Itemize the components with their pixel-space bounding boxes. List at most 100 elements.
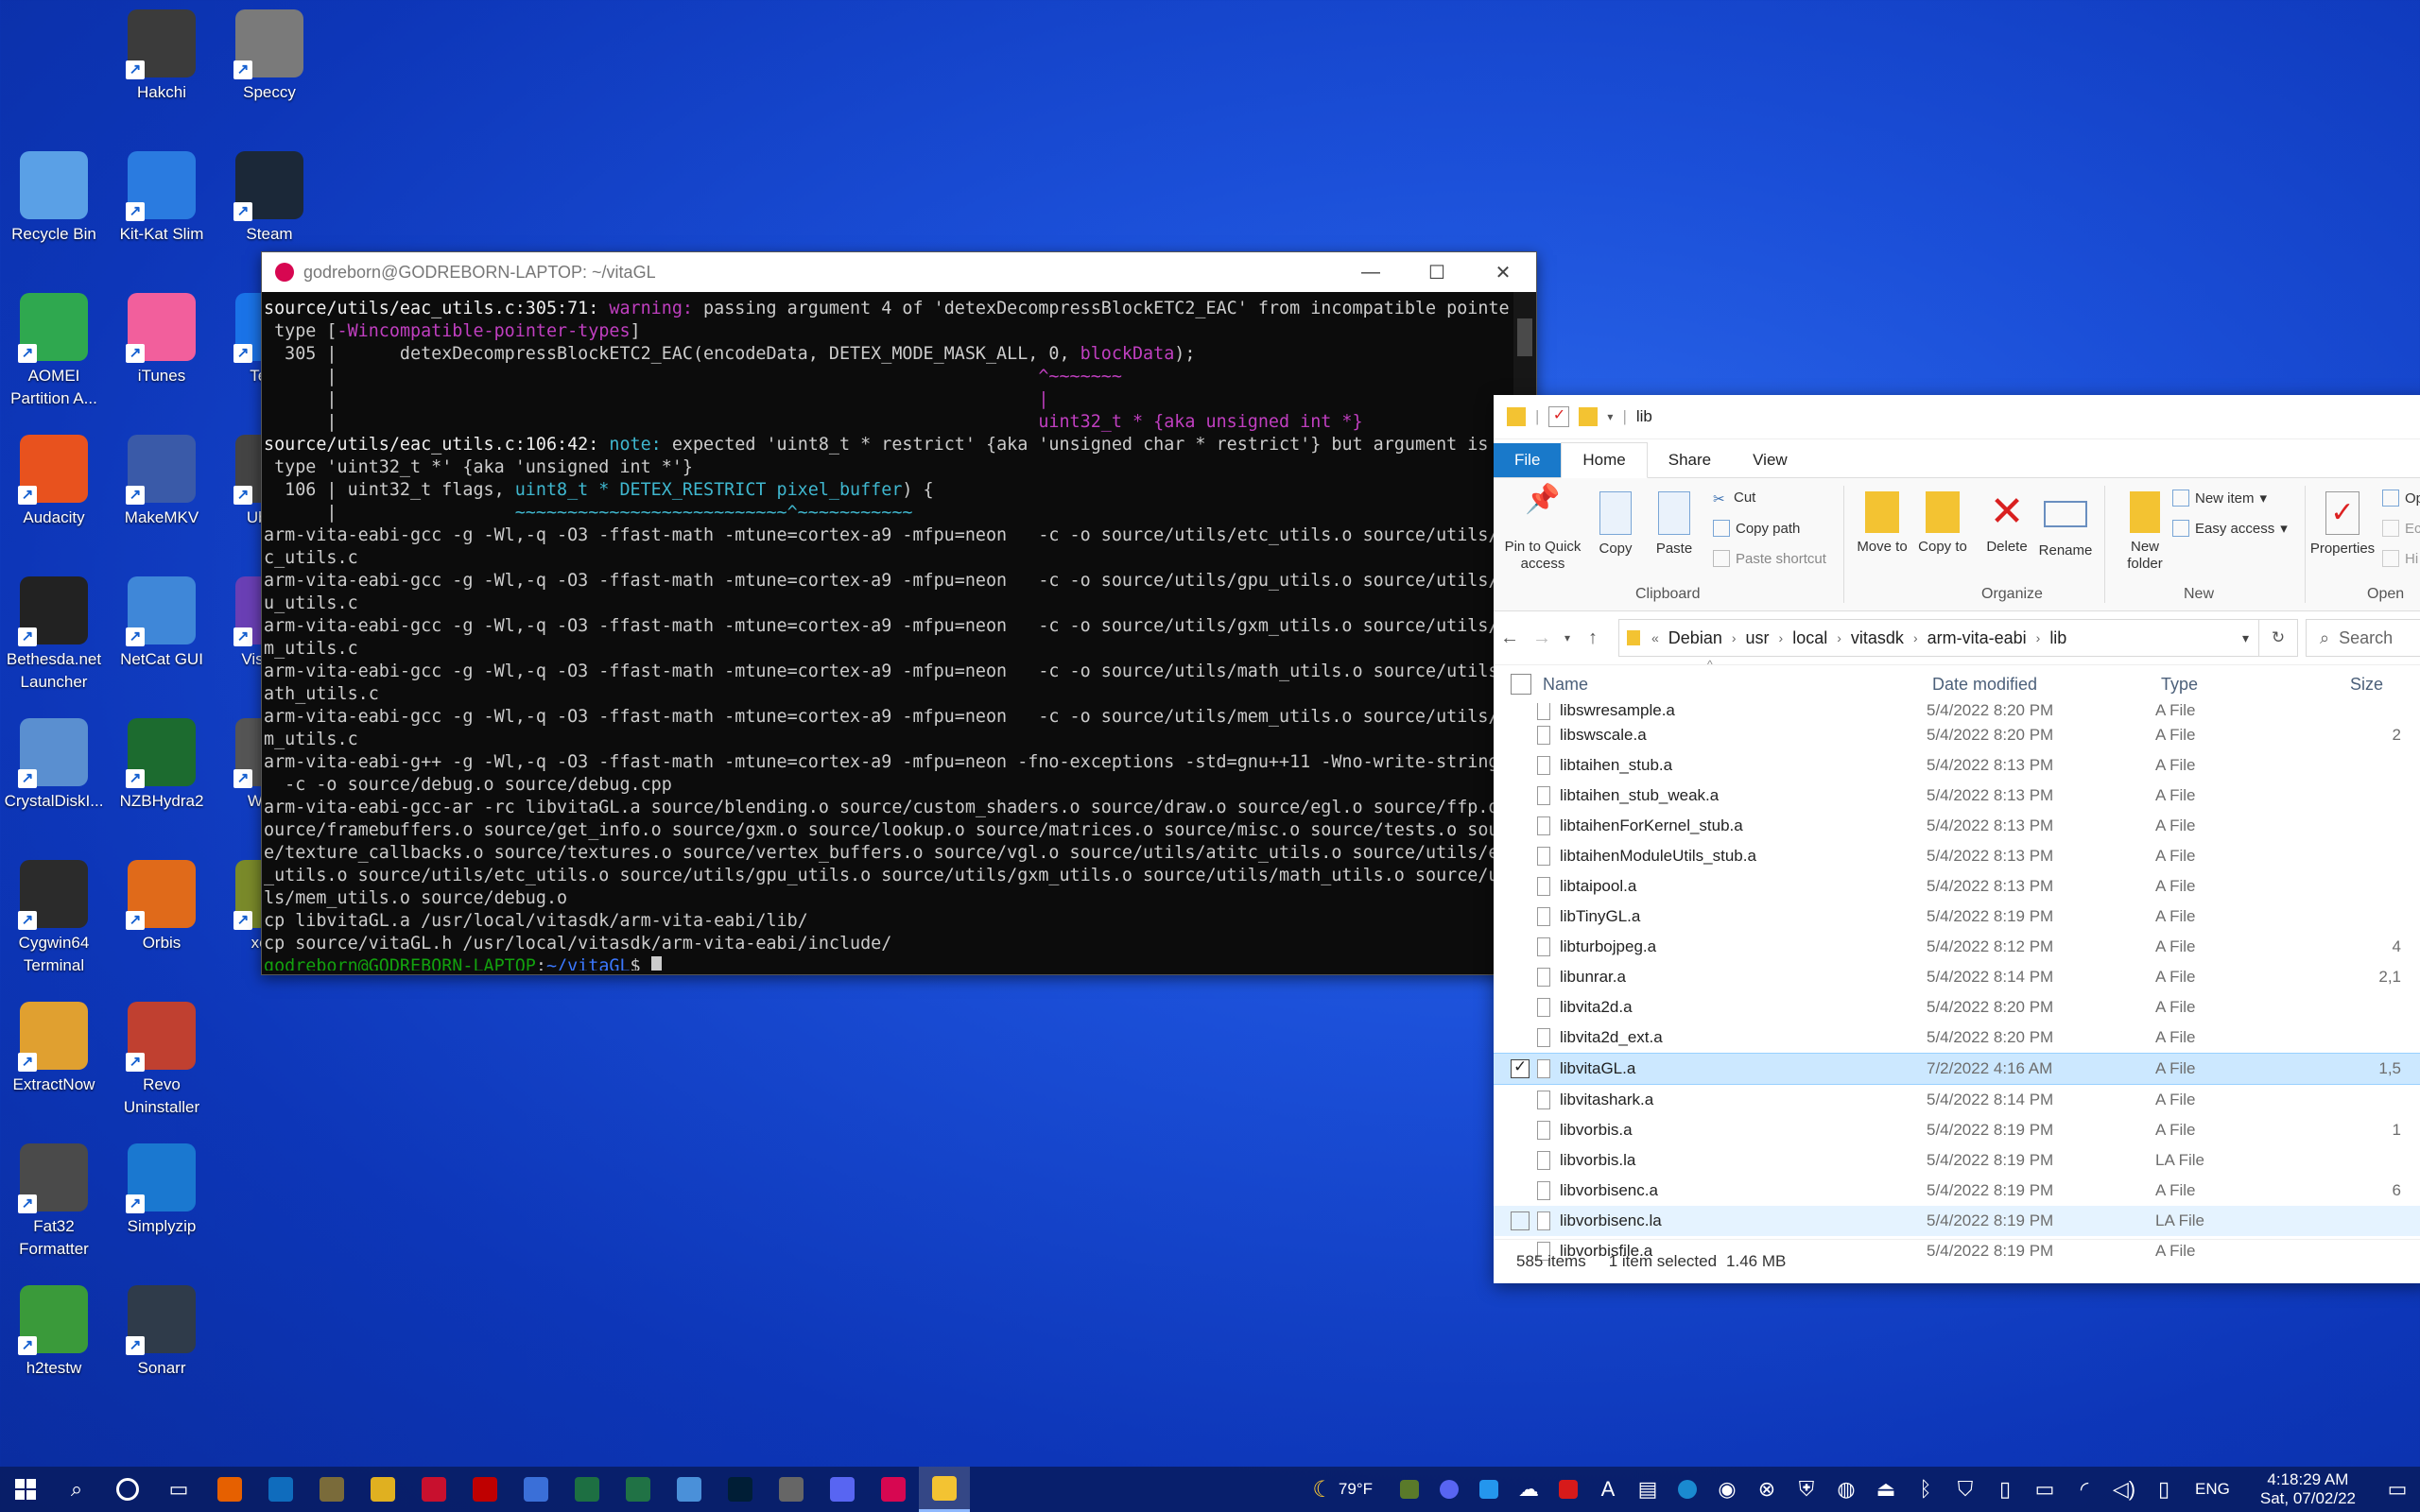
- file-row[interactable]: libtaihenForKernel_stub.a 5/4/2022 8:13 P…: [1494, 811, 2420, 841]
- cut-button[interactable]: ✂ Cut: [1713, 490, 1755, 507]
- desktop-icon-orbis[interactable]: ↗ Orbis: [110, 860, 214, 954]
- file-explorer-window[interactable]: | ✓ ▾ | lib File Home Share View 📌 Pin t…: [1494, 395, 2420, 1283]
- row-checkbox[interactable]: [1511, 1151, 1530, 1170]
- breadcrumb-chevron-icon[interactable]: ›: [1728, 630, 1740, 645]
- terminal-titlebar[interactable]: godreborn@GODREBORN-LAPTOP: ~/vitaGL — ☐…: [262, 252, 1536, 292]
- file-row[interactable]: libtaipool.a 5/4/2022 8:13 PM A File: [1494, 871, 2420, 902]
- volume-icon[interactable]: ◁): [2104, 1467, 2144, 1512]
- search-box[interactable]: ⌕ Search: [2306, 619, 2420, 657]
- row-checkbox[interactable]: [1511, 786, 1530, 805]
- properties-button[interactable]: ✓ Properties: [2307, 491, 2378, 558]
- breadcrumb-item[interactable]: usr: [1740, 628, 1775, 648]
- battery-icon[interactable]: ▭: [2025, 1467, 2065, 1512]
- row-checkbox[interactable]: [1511, 703, 1530, 720]
- breadcrumb-item[interactable]: vitasdk: [1845, 628, 1910, 648]
- language-indicator[interactable]: ENG: [2184, 1480, 2241, 1499]
- breadcrumb-chevron-icon[interactable]: ›: [1833, 630, 1845, 645]
- tray-usb-icon[interactable]: ⏏: [1866, 1467, 1906, 1512]
- calculator-icon[interactable]: [766, 1467, 817, 1512]
- terminal-output[interactable]: source/utils/eac_utils.c:305:71: warning…: [262, 292, 1512, 971]
- breadcrumb-chevron-icon[interactable]: ›: [1775, 630, 1788, 645]
- tray-phone-icon[interactable]: ▯: [1985, 1467, 2025, 1512]
- forward-arrow-icon[interactable]: →: [1526, 627, 1558, 649]
- row-checkbox[interactable]: [1511, 937, 1530, 956]
- file-row[interactable]: libvitaGL.a 7/2/2022 4:16 AM A File 1,5: [1494, 1053, 2420, 1085]
- minimize-button[interactable]: —: [1338, 262, 1404, 284]
- debian-icon[interactable]: [868, 1467, 919, 1512]
- terminal-window[interactable]: godreborn@GODREBORN-LAPTOP: ~/vitaGL — ☐…: [261, 251, 1537, 975]
- refresh-icon[interactable]: ↻: [2259, 619, 2298, 657]
- breadcrumb-item[interactable]: local: [1787, 628, 1833, 648]
- file-row[interactable]: libtaihen_stub_weak.a 5/4/2022 8:13 PM A F…: [1494, 781, 2420, 811]
- desktop-icon-extractnow[interactable]: ↗ ExtractNow: [2, 1002, 106, 1096]
- move-to-button[interactable]: Move to: [1849, 491, 1915, 556]
- notifications-icon[interactable]: ▭: [2375, 1467, 2420, 1512]
- row-checkbox[interactable]: [1511, 1028, 1530, 1047]
- window-icon[interactable]: [510, 1467, 562, 1512]
- edit-button[interactable]: Ec: [2382, 520, 2420, 537]
- up-arrow-icon[interactable]: ↑: [1577, 627, 1609, 649]
- desktop-icon-hakchi[interactable]: ↗ Hakchi: [110, 9, 214, 104]
- maximize-button[interactable]: ☐: [1404, 261, 1470, 284]
- firefox-icon[interactable]: [204, 1467, 255, 1512]
- delete-button[interactable]: ✕ Delete: [1974, 491, 2040, 556]
- new-folder-icon[interactable]: [1579, 407, 1599, 426]
- file-explorer-icon[interactable]: [919, 1467, 970, 1512]
- properties-check-icon[interactable]: ✓: [1548, 406, 1570, 427]
- tab-home[interactable]: Home: [1561, 442, 1648, 478]
- clock[interactable]: 4:18:29 AM Sat, 07/02/22: [2241, 1470, 2375, 1508]
- tray-adobe-icon[interactable]: [1548, 1467, 1588, 1512]
- file-row[interactable]: libunrar.a 5/4/2022 8:14 PM A File 2,1: [1494, 962, 2420, 992]
- chrome-icon[interactable]: [357, 1467, 408, 1512]
- qbittorrent-icon[interactable]: [408, 1467, 459, 1512]
- photos-icon[interactable]: [664, 1467, 715, 1512]
- desktop-icon-nzbhydra2[interactable]: ↗ NZBHydra2: [110, 718, 214, 813]
- filezilla-icon[interactable]: [459, 1467, 510, 1512]
- file-row[interactable]: libTinyGL.a 5/4/2022 8:19 PM A File: [1494, 902, 2420, 932]
- open-button[interactable]: Op: [2382, 490, 2420, 507]
- row-checkbox[interactable]: [1511, 1057, 1530, 1078]
- desktop-icon-h2testw[interactable]: ↗ h2testw: [2, 1285, 106, 1380]
- file-row[interactable]: libvorbisenc.a 5/4/2022 8:19 PM A File 6: [1494, 1176, 2420, 1206]
- back-arrow-icon[interactable]: ←: [1494, 627, 1526, 649]
- chevron-down-icon[interactable]: ▾: [1607, 410, 1613, 423]
- weather-temp[interactable]: 79°F: [1339, 1480, 1373, 1499]
- desktop-icon-aomei-partition-a[interactable]: ↗ AOMEI Partition A...: [2, 293, 106, 410]
- desktop-icon-itunes[interactable]: ↗ iTunes: [110, 293, 214, 387]
- tray-security-icon[interactable]: ⛉: [1945, 1467, 1985, 1512]
- outlook-icon[interactable]: [255, 1467, 306, 1512]
- row-checkbox[interactable]: [1511, 1181, 1530, 1200]
- file-row[interactable]: libvorbisenc.la 5/4/2022 8:19 PM LA File: [1494, 1206, 2420, 1236]
- wifi-icon[interactable]: ◜: [2065, 1467, 2104, 1512]
- close-button[interactable]: ✕: [1470, 261, 1536, 284]
- tab-view[interactable]: View: [1732, 443, 1808, 477]
- tray-shield-icon[interactable]: ⛨: [1787, 1467, 1826, 1512]
- row-checkbox[interactable]: [1511, 816, 1530, 835]
- row-checkbox[interactable]: [1511, 1121, 1530, 1140]
- rename-button[interactable]: Rename: [2032, 491, 2099, 559]
- tray-bluetooth-icon[interactable]: ᛒ: [1906, 1467, 1945, 1512]
- desktop-icon-kit-kat-slim[interactable]: ↗ Kit-Kat Slim: [110, 151, 214, 246]
- search-icon[interactable]: ⌕: [51, 1467, 102, 1512]
- tray-cloud-icon[interactable]: ☁: [1509, 1467, 1548, 1512]
- tray-app-icon[interactable]: [1390, 1467, 1429, 1512]
- task-view-icon[interactable]: ▭: [153, 1467, 204, 1512]
- breadcrumb-item[interactable]: Debian: [1663, 628, 1728, 648]
- copy-path-button[interactable]: Copy path: [1713, 520, 1800, 537]
- photoshop-icon[interactable]: [715, 1467, 766, 1512]
- desktop-icon-audacity[interactable]: ↗ Audacity: [2, 435, 106, 529]
- history-button[interactable]: Hi: [2382, 550, 2418, 567]
- breadcrumb-item[interactable]: lib: [2044, 628, 2072, 648]
- file-row[interactable]: libtaihenModuleUtils_stub.a 5/4/2022 8:13…: [1494, 841, 2420, 871]
- copy-to-button[interactable]: Copy to: [1910, 491, 1976, 556]
- tab-file[interactable]: File: [1494, 443, 1562, 477]
- excel-icon[interactable]: [562, 1467, 613, 1512]
- breadcrumb-chevron-icon[interactable]: ›: [1910, 630, 1922, 645]
- scrollbar-thumb[interactable]: [1517, 318, 1532, 356]
- address-path[interactable]: « Debian › usr › local › vitasdk › arm-vita-eabi…: [1618, 619, 2259, 657]
- desktop-icon-crystaldiski[interactable]: ↗ CrystalDiskI...: [2, 718, 106, 813]
- recent-locations-chevron-icon[interactable]: ▾: [1558, 631, 1577, 644]
- desktop-icon-netcat-gui[interactable]: ↗ NetCat GUI: [110, 576, 214, 671]
- new-folder-button[interactable]: New folder: [2112, 491, 2178, 573]
- cortana-icon[interactable]: [102, 1467, 153, 1512]
